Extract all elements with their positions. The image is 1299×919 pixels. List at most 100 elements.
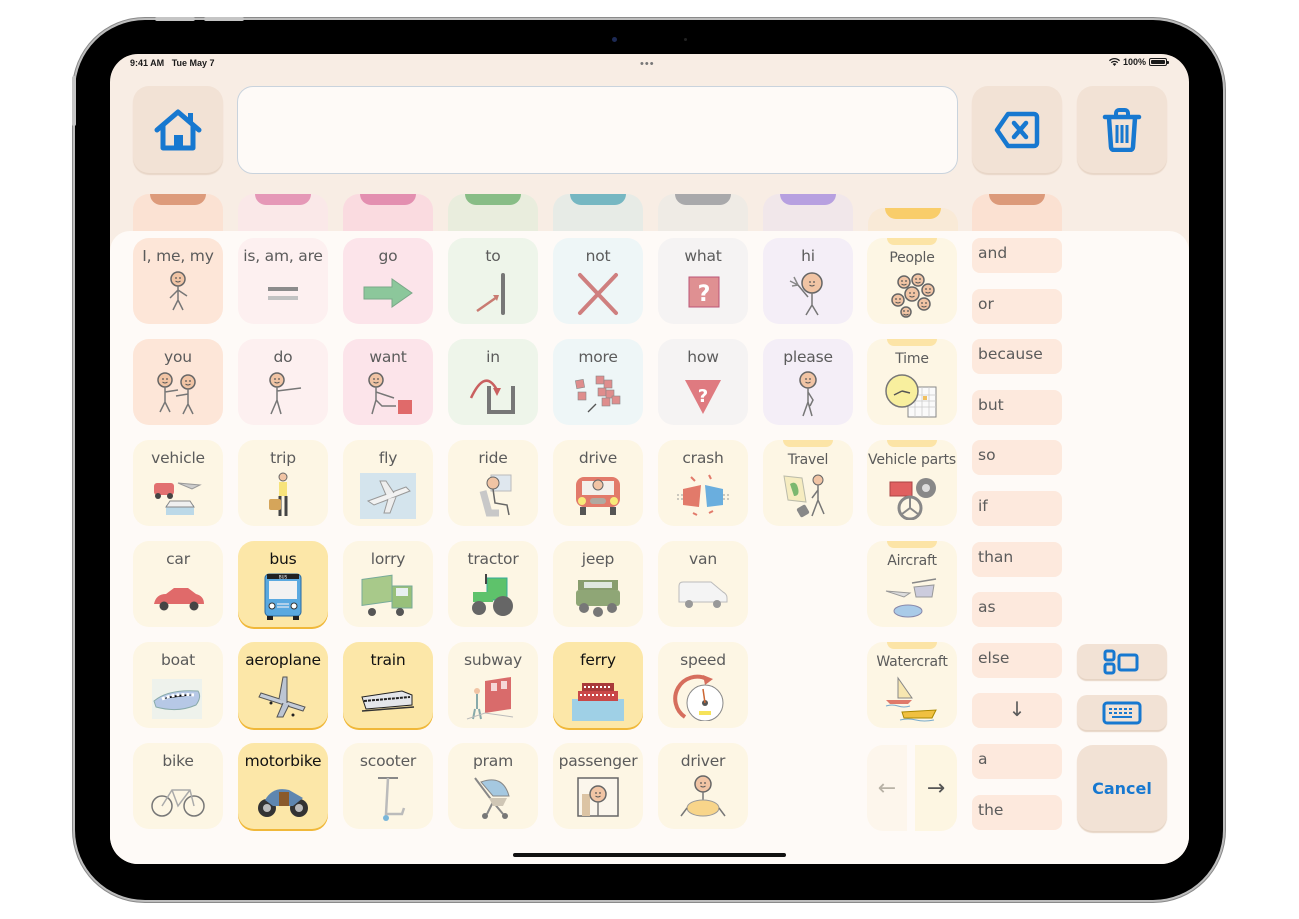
scroll-down-button[interactable]: ↓	[972, 693, 1062, 729]
symbol-cell-hi[interactable]: hi	[763, 238, 853, 324]
folder-people[interactable]: People	[867, 238, 957, 324]
cancel-button[interactable]: Cancel	[1077, 745, 1167, 831]
symbol-cell-scooter[interactable]: scooter	[343, 743, 433, 829]
symbol-label: passenger	[558, 752, 638, 770]
symbol-cell-pram[interactable]: pram	[448, 743, 538, 829]
arrow-into-box-icon	[463, 370, 523, 418]
symbol-cell-not[interactable]: not	[553, 238, 643, 324]
folder-label: Time	[895, 351, 929, 367]
symbol-label: ferry	[580, 651, 616, 669]
svg-text:?: ?	[698, 282, 711, 307]
person-want-icon	[358, 370, 418, 418]
symbol-cell-car[interactable]: car	[133, 541, 223, 627]
symbol-cell-bike[interactable]: bike	[133, 743, 223, 829]
word-button-as[interactable]: as	[972, 592, 1062, 628]
backspace-button[interactable]	[972, 86, 1062, 173]
symbol-cell-drive[interactable]: drive	[553, 440, 643, 526]
symbol-label: van	[689, 550, 717, 568]
symbol-label: more	[578, 348, 618, 366]
bus-icon: BUS	[253, 572, 313, 620]
date: Tue May 7	[171, 58, 215, 68]
symbol-cell-boat[interactable]: boat	[133, 642, 223, 728]
word-button-but[interactable]: but	[972, 389, 1062, 425]
svg-text:BUS: BUS	[279, 575, 288, 580]
symbol-cell-ride[interactable]: ride	[448, 440, 538, 526]
symbol-cell-trip[interactable]: trip	[238, 440, 328, 526]
clear-button[interactable]	[1077, 86, 1167, 173]
symbol-cell-speed[interactable]: speed	[658, 642, 748, 728]
category-tab-marker	[570, 194, 626, 205]
side-button	[72, 76, 76, 126]
folder-tab-marker	[887, 541, 937, 548]
symbol-cell-aeroplane[interactable]: aeroplane	[238, 642, 328, 728]
symbol-cell-fly[interactable]: fly	[343, 440, 433, 526]
status-time: 9:41 AM Tue May 7	[130, 58, 215, 68]
symbol-cell-motorbike[interactable]: motorbike	[238, 743, 328, 829]
keyboard-button[interactable]	[1077, 695, 1167, 730]
multitasking-dots[interactable]: •••	[640, 59, 655, 70]
symbol-label: bike	[162, 752, 194, 770]
symbol-cell-driver[interactable]: driver	[658, 743, 748, 829]
symbol-label: bus	[269, 550, 297, 568]
symbol-cell-subway[interactable]: subway	[448, 642, 538, 728]
symbol-cell-train[interactable]: train	[343, 642, 433, 728]
vehicles-icon	[148, 471, 208, 519]
category-tab-marker	[255, 194, 311, 205]
symbol-label: want	[369, 348, 407, 366]
lorry-icon	[358, 572, 418, 620]
symbol-cell-more[interactable]: more	[553, 339, 643, 425]
symbol-cell-go[interactable]: go	[343, 238, 433, 324]
symbol-label: train	[370, 651, 406, 669]
symbol-cell-to[interactable]: to	[448, 238, 538, 324]
next-page-button[interactable]: →	[915, 745, 957, 831]
symbol-cell-in[interactable]: in	[448, 339, 538, 425]
symbol-cell-tractor[interactable]: tractor	[448, 541, 538, 627]
category-tab-marker	[150, 194, 206, 205]
symbol-cell-van[interactable]: van	[658, 541, 748, 627]
folder-watercraft[interactable]: Watercraft	[867, 642, 957, 728]
symbol-cell-bus[interactable]: bus BUS	[238, 541, 328, 627]
symbol-label: boat	[160, 651, 196, 669]
symbol-cell-want[interactable]: want	[343, 339, 433, 425]
word-button-so[interactable]: so	[972, 440, 1062, 476]
word-button-and[interactable]: and	[972, 238, 1062, 273]
word-button-because[interactable]: because	[972, 339, 1062, 375]
boat-icon	[148, 673, 208, 721]
vocabulary-popup: I, me, my is, am, are go to not what? hi you do w…	[110, 231, 1189, 864]
symbol-label: jeep	[581, 550, 615, 568]
previous-page-button[interactable]: ←	[867, 745, 907, 831]
layout-button[interactable]	[1077, 644, 1167, 679]
word-button-or[interactable]: or	[972, 288, 1062, 324]
word-button-than[interactable]: than	[972, 541, 1062, 577]
equals-icon	[253, 269, 313, 317]
symbol-cell-you[interactable]: you	[133, 339, 223, 425]
folder-label: People	[889, 250, 935, 266]
folder-time[interactable]: Time	[867, 339, 957, 425]
message-bar[interactable]	[237, 86, 958, 174]
symbol-cell-do[interactable]: do	[238, 339, 328, 425]
svg-text:?: ?	[698, 386, 708, 407]
symbol-cell-passenger[interactable]: passenger	[553, 743, 643, 829]
word-button-a[interactable]: a	[972, 744, 1062, 779]
subway-icon	[463, 673, 523, 721]
symbol-cell-please[interactable]: please	[763, 339, 853, 425]
word-button-the[interactable]: the	[972, 794, 1062, 830]
folder-aircraft[interactable]: Aircraft	[867, 541, 957, 627]
home-indicator[interactable]	[513, 853, 786, 857]
word-button-if[interactable]: if	[972, 491, 1062, 526]
symbol-cell-how[interactable]: how?	[658, 339, 748, 425]
symbol-cell-ferry[interactable]: ferry	[553, 642, 643, 728]
front-camera	[612, 37, 617, 42]
symbol-cell-crash[interactable]: crash	[658, 440, 748, 526]
symbol-cell-vehicle[interactable]: vehicle	[133, 440, 223, 526]
symbol-cell-jeep[interactable]: jeep	[553, 541, 643, 627]
word-button-else[interactable]: else	[972, 642, 1062, 678]
symbol-cell-what[interactable]: what?	[658, 238, 748, 324]
folder-vehicle-parts[interactable]: Vehicle parts	[867, 440, 957, 526]
symbol-cell-is-am-are[interactable]: is, am, are	[238, 238, 328, 324]
symbol-cell-travel[interactable]: Travel	[763, 440, 853, 526]
person-pointing-self-icon	[148, 269, 208, 317]
home-button[interactable]	[133, 86, 223, 173]
symbol-cell-i-me-my[interactable]: I, me, my	[133, 238, 223, 324]
symbol-cell-lorry[interactable]: lorry	[343, 541, 433, 627]
